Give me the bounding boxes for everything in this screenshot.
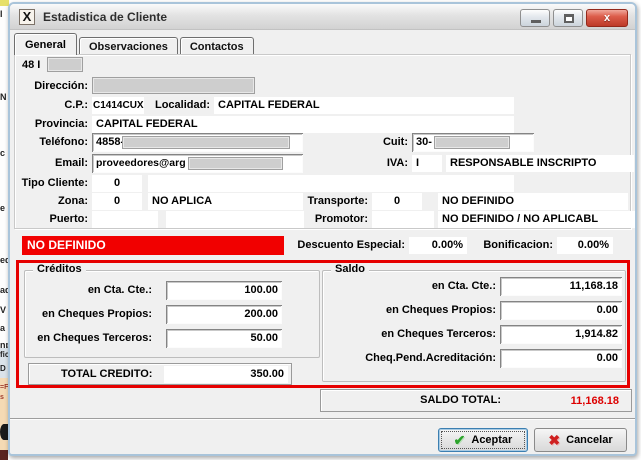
client-number: 48 I bbox=[22, 59, 40, 71]
transporte-label: Transporte: bbox=[300, 195, 368, 207]
promotor-label: Promotor: bbox=[300, 213, 368, 225]
minimize-icon bbox=[531, 20, 541, 23]
saldo-row-label: en Cta. Cte.: bbox=[330, 280, 496, 292]
tipo-cliente-label: Tipo Cliente: bbox=[10, 177, 88, 189]
cuit-redaction bbox=[434, 136, 510, 149]
saldo-row-field[interactable]: 11,168.18 bbox=[500, 277, 622, 296]
email-label: Email: bbox=[10, 157, 88, 169]
bg-blob bbox=[0, 424, 8, 440]
credito-row-field[interactable]: 200.00 bbox=[166, 305, 282, 324]
minimize-button[interactable] bbox=[520, 9, 550, 27]
bg-text-fragment: V bbox=[0, 305, 6, 315]
promotor-desc-field[interactable]: NO DEFINIDO / NO APLICABL bbox=[438, 211, 635, 228]
saldo-row-label: Cheq.Pend.Acreditación: bbox=[330, 352, 496, 364]
saldo-row-label: en Cheques Propios: bbox=[330, 304, 496, 316]
app-icon: X bbox=[19, 9, 35, 25]
total-credito-panel: TOTAL CREDITO: 350.00 bbox=[28, 363, 292, 385]
title-bar[interactable]: X Estadistica de Cliente x bbox=[10, 4, 635, 30]
window-title: Estadistica de Cliente bbox=[43, 10, 167, 24]
bg-text-fragment: a bbox=[0, 323, 5, 333]
bg-text-fragment: c bbox=[0, 148, 5, 158]
close-button[interactable]: x bbox=[586, 9, 628, 27]
localidad-label: Localidad: bbox=[148, 99, 210, 111]
cancelar-button-label: Cancelar bbox=[566, 434, 612, 446]
credito-row-field[interactable]: 50.00 bbox=[166, 329, 282, 348]
saldo-total-label: SALDO TOTAL: bbox=[321, 394, 501, 406]
descuento-especial-field[interactable]: 0.00% bbox=[409, 237, 467, 254]
provincia-field[interactable]: CAPITAL FEDERAL bbox=[92, 116, 514, 133]
saldo-total-panel: SALDO TOTAL: 11,168.18 bbox=[320, 389, 632, 412]
bg-color-block bbox=[0, 450, 8, 460]
email-redaction bbox=[188, 157, 283, 170]
telefono-redaction bbox=[122, 136, 290, 149]
saldo-group-title: Saldo bbox=[331, 263, 369, 275]
saldo-row-field[interactable]: 0.00 bbox=[500, 349, 622, 368]
saldo-row-field[interactable]: 1,914.82 bbox=[500, 325, 622, 344]
bottom-separator bbox=[10, 418, 635, 420]
client-name-redaction bbox=[47, 57, 83, 72]
cuit-label: Cuit: bbox=[340, 136, 408, 148]
credito-row-label: en Cta. Cte.: bbox=[20, 284, 152, 296]
credito-row-label: en Cheques Terceros: bbox=[20, 332, 152, 344]
puerto-label: Puerto: bbox=[10, 213, 88, 225]
direccion-label: Dirección: bbox=[10, 80, 88, 92]
iva-desc-field[interactable]: RESPONSABLE INSCRIPTO bbox=[446, 155, 634, 172]
zona-field[interactable]: 0 bbox=[92, 193, 142, 210]
puerto-field[interactable] bbox=[92, 211, 158, 228]
total-credito-label: TOTAL CREDITO: bbox=[61, 368, 152, 380]
tab-observaciones[interactable]: Observaciones bbox=[79, 37, 178, 55]
tab-general[interactable]: General bbox=[14, 33, 77, 55]
transporte-field[interactable]: 0 bbox=[372, 193, 422, 210]
descuento-especial-label: Descuento Especial: bbox=[290, 239, 405, 251]
iva-label: IVA: bbox=[340, 157, 408, 169]
bg-text-fragment: N bbox=[0, 92, 7, 102]
cancelar-button[interactable]: ✖ Cancelar bbox=[534, 428, 627, 452]
bg-text-fragment: e bbox=[0, 203, 5, 213]
maximize-button[interactable] bbox=[553, 9, 583, 27]
telefono-label: Teléfono: bbox=[10, 136, 88, 148]
puerto-desc-field[interactable] bbox=[166, 211, 304, 228]
cp-label: C.P.: bbox=[10, 99, 88, 111]
tab-bar: General Observaciones Contactos bbox=[14, 31, 256, 55]
provincia-label: Provincia: bbox=[10, 118, 88, 130]
tab-contactos[interactable]: Contactos bbox=[180, 37, 254, 55]
aceptar-button[interactable]: ✔ Aceptar bbox=[438, 428, 528, 452]
saldo-row-field[interactable]: 0.00 bbox=[500, 301, 622, 320]
bonificacion-field[interactable]: 0.00% bbox=[557, 237, 613, 254]
zona-desc-field[interactable]: NO APLICA bbox=[148, 193, 303, 210]
tipo-cliente-desc-field[interactable] bbox=[148, 175, 514, 192]
saldo-row-label: en Cheques Terceros: bbox=[330, 328, 496, 340]
cross-icon: ✖ bbox=[548, 432, 560, 449]
focus-rectangle bbox=[441, 431, 525, 449]
credito-row-label: en Cheques Propios: bbox=[20, 308, 152, 320]
zona-label: Zona: bbox=[10, 195, 88, 207]
bg-text-fragment: s bbox=[0, 394, 4, 401]
maximize-icon bbox=[564, 14, 574, 23]
localidad-field[interactable]: CAPITAL FEDERAL bbox=[214, 97, 514, 114]
total-credito-value: 350.00 bbox=[164, 366, 288, 383]
tipo-cliente-field[interactable]: 0 bbox=[92, 175, 142, 192]
bonificacion-label: Bonificacion: bbox=[473, 239, 553, 251]
direccion-field-redaction[interactable] bbox=[92, 77, 255, 94]
credito-row-field[interactable]: 100.00 bbox=[166, 281, 282, 300]
bg-text-fragment: D bbox=[0, 364, 6, 373]
promotor-field[interactable] bbox=[372, 211, 434, 228]
condition-banner: NO DEFINIDO bbox=[22, 236, 284, 255]
bg-text-fragment: l bbox=[0, 9, 3, 19]
creditos-group-title: Créditos bbox=[33, 263, 86, 275]
iva-code-field[interactable]: I bbox=[412, 155, 442, 172]
transporte-desc-field[interactable]: NO DEFINIDO bbox=[438, 193, 628, 210]
estadistica-de-cliente-dialog: X Estadistica de Cliente x General Obser… bbox=[8, 2, 637, 456]
saldo-total-value: 11,168.18 bbox=[507, 393, 623, 410]
cp-field[interactable]: C1414CUX bbox=[92, 97, 144, 114]
